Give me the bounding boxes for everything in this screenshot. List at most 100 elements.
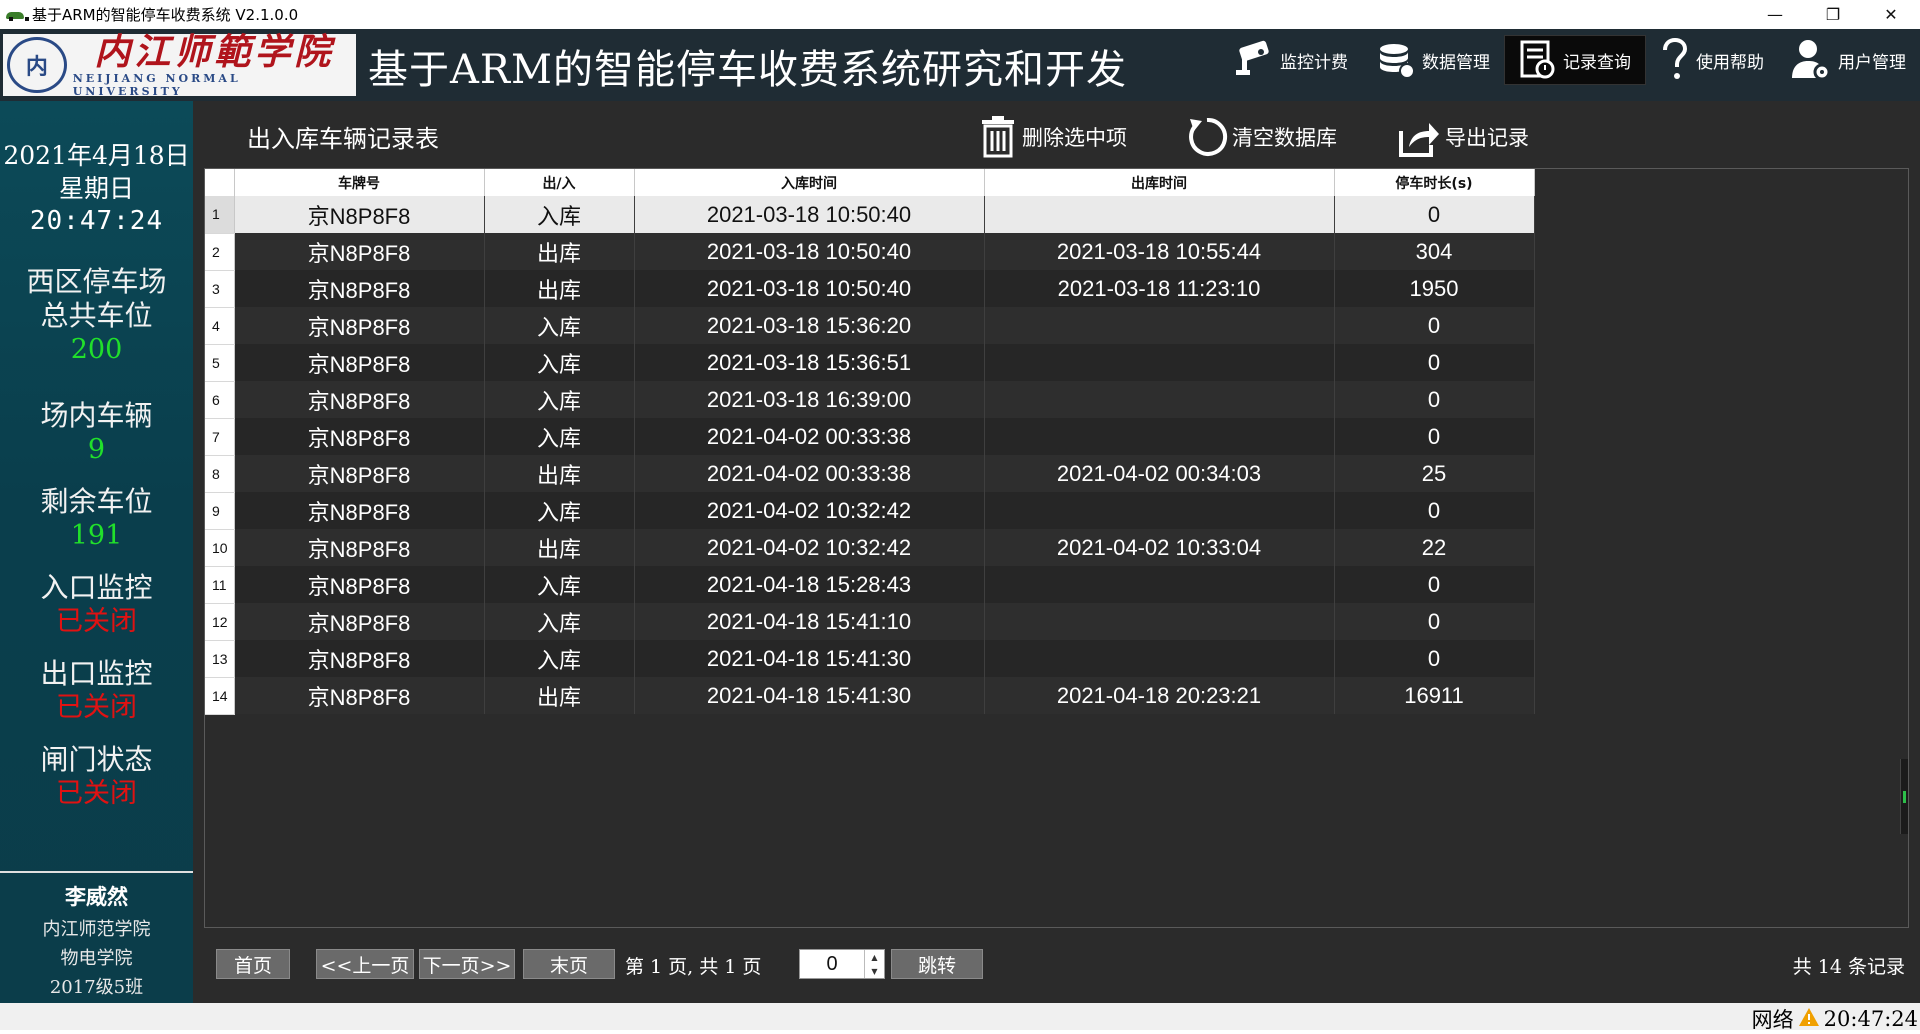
cell-out-time[interactable] xyxy=(984,418,1335,455)
cell-plate[interactable]: 京N8P8F8 xyxy=(234,233,485,270)
cell-plate[interactable]: 京N8P8F8 xyxy=(234,566,485,603)
cell-in-time[interactable]: 2021-03-18 15:36:51 xyxy=(634,344,985,381)
cell-in-time[interactable]: 2021-04-02 10:32:42 xyxy=(634,492,985,529)
table-row[interactable]: 6 京N8P8F8 入库 2021-03-18 16:39:00 0 xyxy=(205,381,1535,419)
table-row[interactable]: 12 京N8P8F8 入库 2021-04-18 15:41:10 0 xyxy=(205,603,1535,641)
cell-plate[interactable]: 京N8P8F8 xyxy=(234,344,485,381)
cell-direction[interactable]: 入库 xyxy=(484,344,635,381)
delete-selected-button[interactable]: 删除选中项 xyxy=(978,115,1127,159)
row-number[interactable]: 3 xyxy=(205,270,235,308)
cell-plate[interactable]: 京N8P8F8 xyxy=(234,677,485,714)
cell-duration[interactable]: 16911 xyxy=(1334,677,1535,714)
cell-plate[interactable]: 京N8P8F8 xyxy=(234,307,485,344)
cell-direction[interactable]: 入库 xyxy=(484,307,635,344)
cell-duration[interactable]: 25 xyxy=(1334,455,1535,492)
column-header-direction[interactable]: 出/入 xyxy=(484,169,635,196)
cell-out-time[interactable]: 2021-04-18 20:23:21 xyxy=(984,677,1335,714)
cell-direction[interactable]: 入库 xyxy=(484,381,635,418)
cell-in-time[interactable]: 2021-04-02 10:32:42 xyxy=(634,529,985,566)
table-corner[interactable] xyxy=(205,169,235,196)
table-row[interactable]: 5 京N8P8F8 入库 2021-03-18 15:36:51 0 xyxy=(205,344,1535,382)
cell-out-time[interactable]: 2021-03-18 10:55:44 xyxy=(984,233,1335,270)
table-row[interactable]: 4 京N8P8F8 入库 2021-03-18 15:36:20 0 xyxy=(205,307,1535,345)
cell-out-time[interactable] xyxy=(984,603,1335,640)
cell-plate[interactable]: 京N8P8F8 xyxy=(234,603,485,640)
table-row[interactable]: 9 京N8P8F8 入库 2021-04-02 10:32:42 0 xyxy=(205,492,1535,530)
cell-in-time[interactable]: 2021-04-18 15:41:10 xyxy=(634,603,985,640)
nav-data-management[interactable]: 数据管理 xyxy=(1362,35,1504,85)
cell-plate[interactable]: 京N8P8F8 xyxy=(234,418,485,455)
cell-in-time[interactable]: 2021-03-18 10:50:40 xyxy=(634,270,985,307)
cell-duration[interactable]: 0 xyxy=(1334,566,1535,603)
cell-in-time[interactable]: 2021-03-18 16:39:00 xyxy=(634,381,985,418)
cell-direction[interactable]: 出库 xyxy=(484,233,635,270)
cell-duration[interactable]: 0 xyxy=(1334,418,1535,455)
cell-direction[interactable]: 入库 xyxy=(484,603,635,640)
table-row[interactable]: 3 京N8P8F8 出库 2021-03-18 10:50:40 2021-03-18 … xyxy=(205,270,1535,308)
cell-duration[interactable]: 0 xyxy=(1334,603,1535,640)
cell-plate[interactable]: 京N8P8F8 xyxy=(234,381,485,418)
cell-direction[interactable]: 入库 xyxy=(484,196,635,233)
nav-user-management[interactable]: 用户管理 xyxy=(1778,35,1920,85)
cell-out-time[interactable] xyxy=(984,307,1335,344)
cell-in-time[interactable]: 2021-03-18 10:50:40 xyxy=(634,233,985,270)
cell-out-time[interactable] xyxy=(984,566,1335,603)
table-row[interactable]: 13 京N8P8F8 入库 2021-04-18 15:41:30 0 xyxy=(205,640,1535,678)
cell-direction[interactable]: 出库 xyxy=(484,677,635,714)
row-number[interactable]: 5 xyxy=(205,344,235,382)
cell-direction[interactable]: 入库 xyxy=(484,640,635,677)
cell-duration[interactable]: 0 xyxy=(1334,307,1535,344)
row-number[interactable]: 14 xyxy=(205,677,235,715)
cell-out-time[interactable]: 2021-04-02 10:33:04 xyxy=(984,529,1335,566)
first-page-button[interactable]: 首页 xyxy=(216,949,290,979)
column-header-duration[interactable]: 停车时长(s) xyxy=(1334,169,1535,196)
jump-button[interactable]: 跳转 xyxy=(891,949,983,979)
cell-direction[interactable]: 出库 xyxy=(484,455,635,492)
clear-database-button[interactable]: 清空数据库 xyxy=(1186,115,1337,159)
row-number[interactable]: 1 xyxy=(205,196,235,234)
spin-down-icon[interactable]: ▼ xyxy=(871,967,877,976)
row-number[interactable]: 6 xyxy=(205,381,235,419)
table-row[interactable]: 2 京N8P8F8 出库 2021-03-18 10:50:40 2021-03-18 … xyxy=(205,233,1535,271)
cell-in-time[interactable]: 2021-04-18 15:41:30 xyxy=(634,640,985,677)
row-number[interactable]: 4 xyxy=(205,307,235,345)
cell-out-time[interactable]: 2021-04-02 00:34:03 xyxy=(984,455,1335,492)
table-row[interactable]: 7 京N8P8F8 入库 2021-04-02 00:33:38 0 xyxy=(205,418,1535,456)
cell-out-time[interactable] xyxy=(984,196,1335,233)
close-button[interactable]: ✕ xyxy=(1862,0,1920,29)
spin-up-icon[interactable]: ▲ xyxy=(871,953,877,962)
column-header-out-time[interactable]: 出库时间 xyxy=(984,169,1335,196)
row-number[interactable]: 10 xyxy=(205,529,235,567)
cell-out-time[interactable]: 2021-03-18 11:23:10 xyxy=(984,270,1335,307)
cell-in-time[interactable]: 2021-03-18 15:36:20 xyxy=(634,307,985,344)
cell-out-time[interactable] xyxy=(984,344,1335,381)
last-page-button[interactable]: 末页 xyxy=(523,949,615,979)
table-row[interactable]: 11 京N8P8F8 入库 2021-04-18 15:28:43 0 xyxy=(205,566,1535,604)
cell-in-time[interactable]: 2021-04-02 00:33:38 xyxy=(634,455,985,492)
cell-in-time[interactable]: 2021-03-18 10:50:40 xyxy=(634,196,985,233)
row-number[interactable]: 2 xyxy=(205,233,235,271)
nav-help[interactable]: 使用帮助 xyxy=(1646,35,1778,85)
column-header-plate[interactable]: 车牌号 xyxy=(234,169,485,196)
row-number[interactable]: 8 xyxy=(205,455,235,493)
row-number[interactable]: 13 xyxy=(205,640,235,678)
row-number[interactable]: 12 xyxy=(205,603,235,641)
cell-in-time[interactable]: 2021-04-18 15:41:30 xyxy=(634,677,985,714)
cell-duration[interactable]: 0 xyxy=(1334,196,1535,233)
table-row[interactable]: 1 京N8P8F8 入库 2021-03-18 10:50:40 0 xyxy=(205,196,1535,234)
cell-out-time[interactable] xyxy=(984,492,1335,529)
cell-duration[interactable]: 304 xyxy=(1334,233,1535,270)
cell-direction[interactable]: 入库 xyxy=(484,418,635,455)
nav-monitor-billing[interactable]: 监控计费 xyxy=(1216,35,1362,85)
table-row[interactable]: 10 京N8P8F8 出库 2021-04-02 10:32:42 2021-04-02… xyxy=(205,529,1535,567)
page-jump-value[interactable]: 0 xyxy=(800,950,864,978)
cell-out-time[interactable] xyxy=(984,640,1335,677)
cell-in-time[interactable]: 2021-04-18 15:28:43 xyxy=(634,566,985,603)
cell-direction[interactable]: 入库 xyxy=(484,566,635,603)
cell-plate[interactable]: 京N8P8F8 xyxy=(234,270,485,307)
cell-duration[interactable]: 0 xyxy=(1334,344,1535,381)
cell-plate[interactable]: 京N8P8F8 xyxy=(234,455,485,492)
cell-out-time[interactable] xyxy=(984,381,1335,418)
resize-grip[interactable] xyxy=(1900,759,1908,834)
cell-direction[interactable]: 出库 xyxy=(484,270,635,307)
